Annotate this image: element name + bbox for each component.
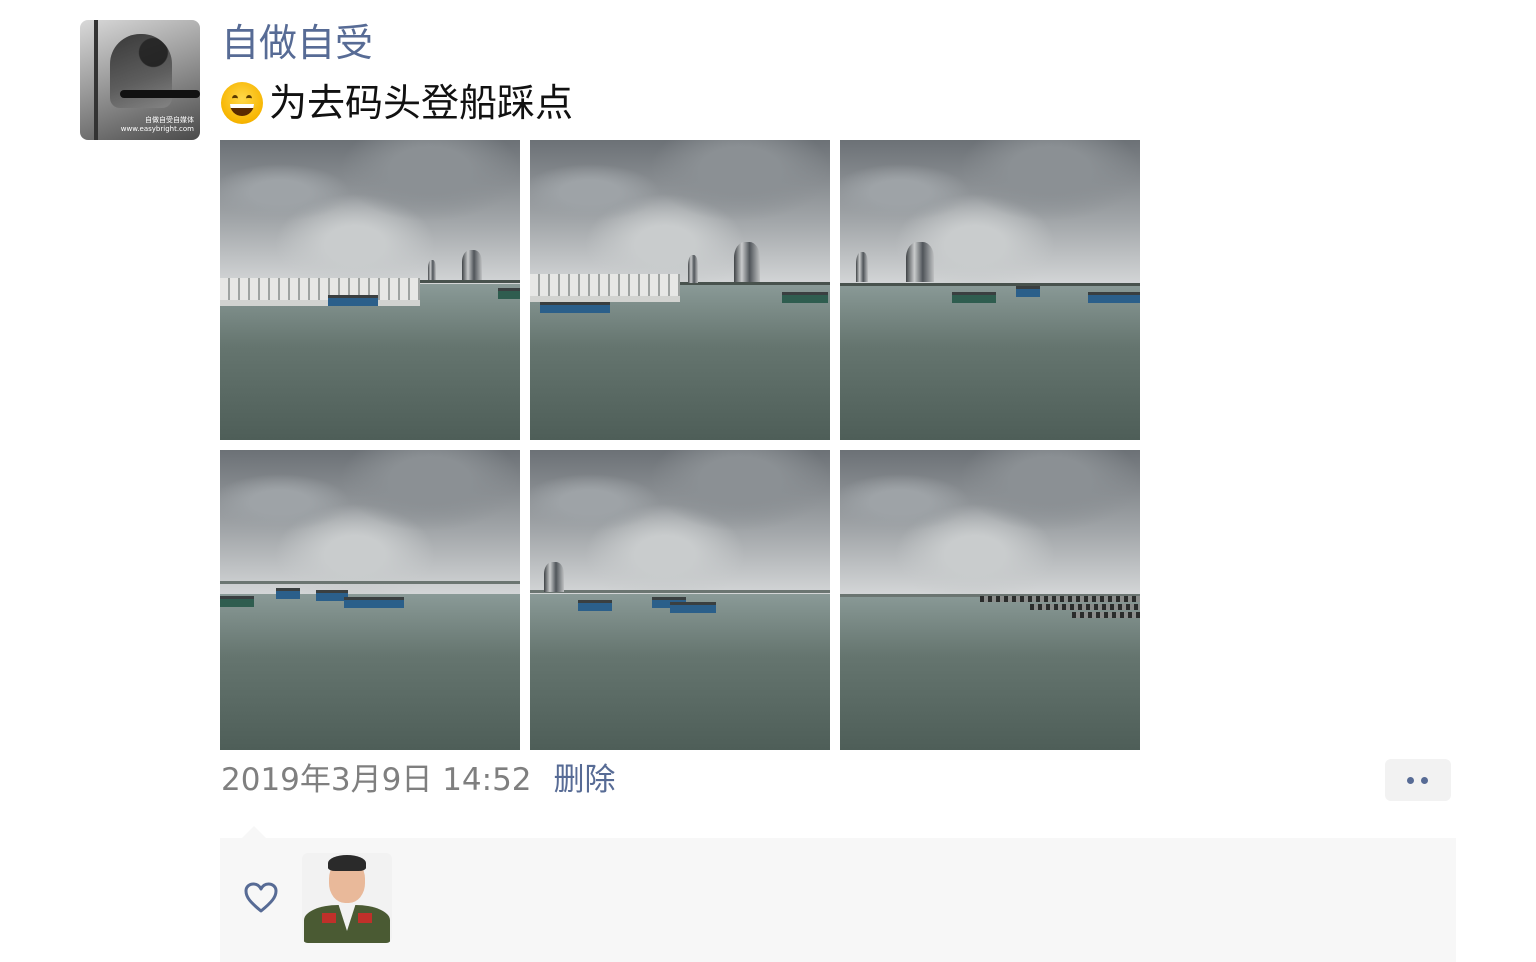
- delete-link[interactable]: 删除: [554, 758, 616, 802]
- post-text: 为去码头登船踩点: [221, 78, 573, 128]
- author-avatar[interactable]: 自做自受自媒体 www.easybright.com: [80, 20, 200, 140]
- more-dot-icon: [1407, 777, 1414, 784]
- avatar-bar: [120, 90, 200, 98]
- more-options-button[interactable]: [1385, 759, 1451, 801]
- photo-4[interactable]: [220, 450, 520, 750]
- photo-6[interactable]: [840, 450, 1140, 750]
- photo-grid: [220, 140, 1140, 750]
- avatar-caption: 自做自受自媒体 www.easybright.com: [121, 116, 194, 134]
- photo-1[interactable]: [220, 140, 520, 440]
- photo-3[interactable]: [840, 140, 1140, 440]
- photo-5[interactable]: [530, 450, 830, 750]
- heart-outline-icon: [244, 882, 278, 913]
- post-meta: 2019年3月9日 14:52 删除: [221, 758, 616, 802]
- moments-post: 自做自受自媒体 www.easybright.com 自做自受 为去码头登船踩点: [0, 0, 1536, 962]
- photo-2[interactable]: [530, 140, 830, 440]
- more-dot-icon: [1421, 777, 1428, 784]
- author-name[interactable]: 自做自受: [221, 18, 373, 68]
- post-text-body: 为去码头登船踩点: [269, 81, 574, 125]
- avatar-caption-line1: 自做自受自媒体: [145, 116, 194, 124]
- grinning-face-emoji-icon: [221, 82, 263, 124]
- likes-panel: [220, 826, 1456, 962]
- avatar-caption-line2: www.easybright.com: [120, 125, 194, 133]
- liker-avatar[interactable]: [302, 853, 392, 943]
- avatar-pole: [94, 20, 98, 140]
- post-timestamp: 2019年3月9日 14:52: [221, 762, 532, 798]
